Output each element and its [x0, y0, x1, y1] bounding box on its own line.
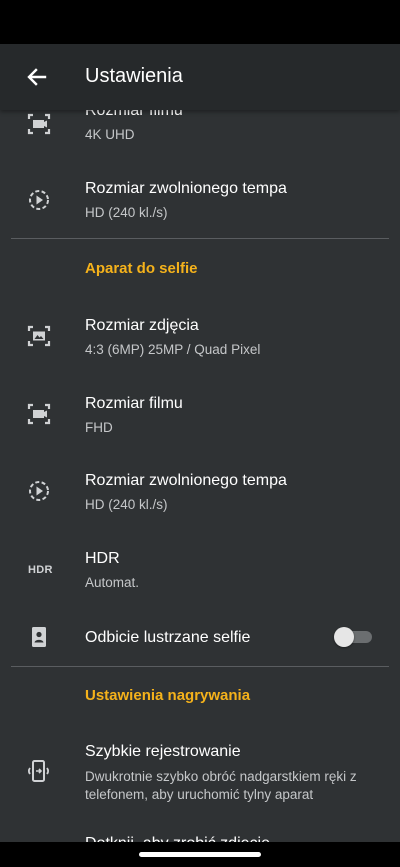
- setting-title: Rozmiar zwolnionego tempa: [85, 180, 287, 197]
- setting-description: Dwukrotnie szybko obróć nadgarstkiem ręk…: [85, 769, 357, 802]
- setting-value: HD (240 kl./s): [85, 205, 168, 220]
- setting-title: HDR: [85, 550, 120, 567]
- setting-hdr[interactable]: HDR HDR Automat.: [0, 534, 400, 610]
- divider: [11, 238, 389, 239]
- setting-title: Rozmiar filmu: [85, 395, 183, 412]
- navigation-bar: [0, 842, 400, 867]
- setting-photo-size-selfie[interactable]: Rozmiar zdjęcia 4:3 (6MP) 25MP / Quad Pi…: [0, 300, 400, 376]
- setting-quick-capture[interactable]: Szybkie rejestrowanie Dwukrotnie szybko …: [0, 728, 400, 824]
- setting-value: HD (240 kl./s): [85, 497, 168, 512]
- settings-list[interactable]: Rozmiar filmu 4K UHD Rozmiar zwolnionego…: [0, 0, 400, 867]
- video-size-icon: [27, 113, 51, 135]
- app-bar: Ustawienia: [0, 44, 400, 110]
- slow-motion-icon: [29, 190, 49, 210]
- page-title: Ustawienia: [85, 65, 183, 87]
- setting-title: Rozmiar zdjęcia: [85, 317, 199, 334]
- video-size-icon: [27, 403, 51, 425]
- setting-slowmo-rear[interactable]: Rozmiar zwolnionego tempa HD (240 kl./s): [0, 170, 400, 238]
- portrait-icon: [32, 627, 46, 647]
- home-gesture-pill[interactable]: [139, 852, 261, 857]
- setting-value: 4K UHD: [85, 127, 135, 142]
- setting-title: Szybkie rejestrowanie: [85, 743, 241, 760]
- section-header-selfie: Aparat do selfie: [85, 260, 198, 277]
- mirror-selfie-toggle[interactable]: [334, 627, 372, 647]
- arrow-left-icon[interactable]: [24, 64, 50, 90]
- setting-value: Automat.: [85, 575, 140, 590]
- hdr-icon: HDR: [28, 564, 53, 576]
- phone-twist-icon: [27, 760, 50, 782]
- toggle-thumb: [334, 627, 354, 647]
- setting-slowmo-selfie[interactable]: Rozmiar zwolnionego tempa HD (240 kl./s): [0, 456, 400, 532]
- setting-title: Rozmiar zwolnionego tempa: [85, 472, 287, 489]
- setting-video-size-rear[interactable]: Rozmiar filmu 4K UHD: [0, 100, 400, 170]
- photo-size-icon: [27, 325, 51, 347]
- setting-video-size-selfie[interactable]: Rozmiar filmu FHD: [0, 378, 400, 454]
- section-header-recording: Ustawienia nagrywania: [85, 687, 251, 704]
- slow-motion-icon: [29, 481, 49, 501]
- setting-mirror-selfie[interactable]: Odbicie lustrzane selfie: [0, 612, 400, 664]
- setting-title: Odbicie lustrzane selfie: [85, 629, 251, 646]
- setting-value: FHD: [85, 420, 113, 435]
- divider: [11, 666, 389, 667]
- setting-value: 4:3 (6MP) 25MP / Quad Pixel: [85, 342, 261, 357]
